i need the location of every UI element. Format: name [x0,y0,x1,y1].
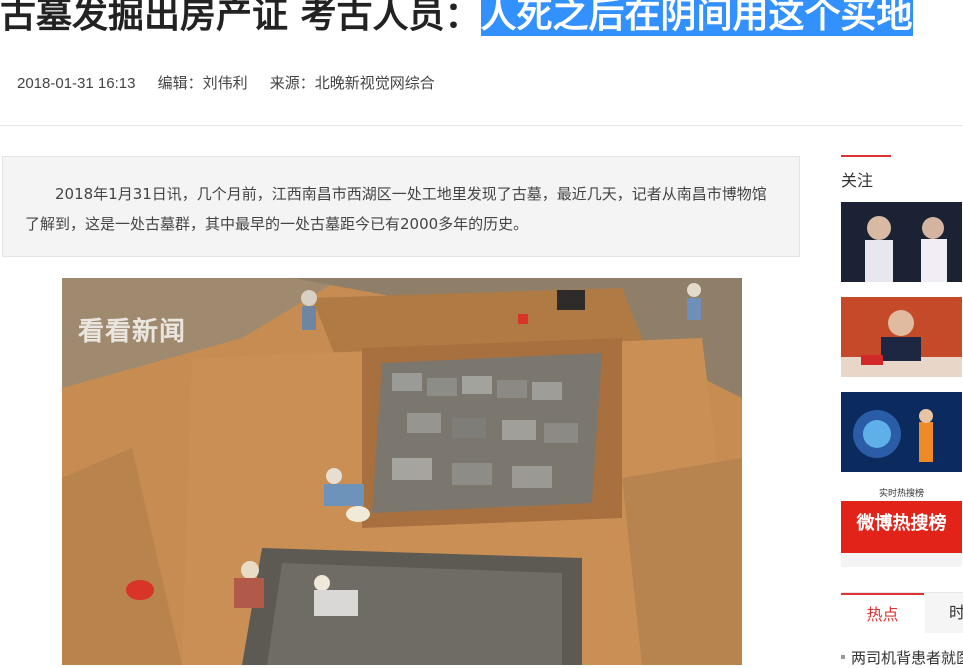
follow-title: 关注 [841,171,874,190]
sidebar-thumb-speaker[interactable] [841,297,962,377]
sidebar: 关注 实时热搜榜 微博热搜榜 热点 时 两司机背患者就医 [841,155,963,667]
image-watermark: 看看新闻 [78,317,187,347]
publish-date: 2018-01-31 16:13 [17,75,136,92]
source[interactable]: 来源：北晚新视觉网综合 [270,75,435,92]
tab-realtime[interactable]: 时 [925,593,963,633]
article-summary: 2018年1月31日讯，几个月前，江西南昌市西湖区一处工地里发现了古墓，最近几天… [2,156,800,257]
divider [0,125,963,126]
sidebar-thumb-singers[interactable] [841,202,962,282]
title-selected-text[interactable]: 人死之后在阴间用这个买地 [480,0,913,36]
article-title: 古墓发掘出房产证 考古人员：人死之后在阴间用这个买地 [0,0,913,40]
title-plain: 古墓发掘出房产证 考古人员： [0,0,481,36]
bullet-icon [841,654,845,659]
editor: 编辑：刘伟利 [157,75,248,92]
sidebar-thumb-stage[interactable] [841,392,962,472]
thumb-caption-top: 实时热搜榜 [878,489,924,499]
article-meta: 2018-01-31 16:13 编辑：刘伟利 来源：北晚新视觉网综合 [17,72,453,93]
tab-hot[interactable]: 热点 [841,593,924,633]
thumb-caption-main: 微博热搜榜 [856,513,947,534]
sidebar-thumb-weibo-hot[interactable]: 实时热搜榜 微博热搜榜 [841,487,962,567]
hot-item-text: 两司机背患者就医 [851,649,963,667]
section-accent-line [841,155,891,157]
hot-tabs: 热点 时 [841,592,963,633]
